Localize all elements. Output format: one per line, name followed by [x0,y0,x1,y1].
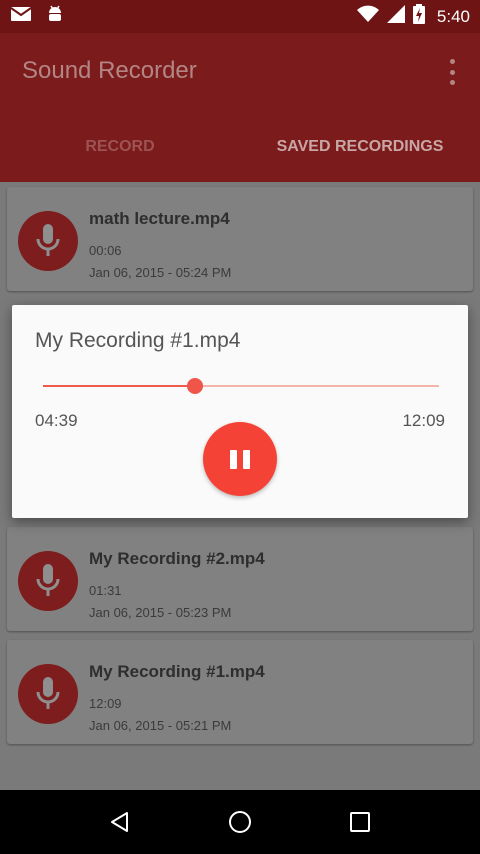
home-icon[interactable] [220,802,260,842]
tab-bar: RECORD SAVED RECORDINGS [0,128,480,185]
app-bar: Sound Recorder RECORD SAVED RECORDINGS [0,33,480,185]
android-debug-icon [46,4,64,29]
seek-bar-progress [43,385,196,387]
mail-notification-icon [10,5,32,28]
clock-time: 5:40 [436,6,470,26]
microphone-icon [18,551,78,611]
total-time: 12:09 [402,411,445,430]
recording-date: Jan 06, 2015 - 05:23 PM [89,605,232,620]
seek-bar[interactable] [43,378,439,394]
pause-button[interactable] [203,422,277,496]
signal-icon [386,5,405,28]
recording-name: My Recording #2.mp4 [89,549,265,568]
tab-saved-recordings[interactable]: SAVED RECORDINGS [186,128,480,185]
recording-name: math lecture.mp4 [89,209,230,228]
overflow-menu-icon[interactable] [444,59,460,85]
app-title: Sound Recorder [22,57,197,84]
microphone-icon [18,211,78,271]
recording-date: Jan 06, 2015 - 05:24 PM [89,265,232,280]
recording-item[interactable]: My Recording #2.mp4 01:31 Jan 06, 2015 -… [7,527,473,631]
recording-duration: 12:09 [89,696,122,711]
recents-icon[interactable] [340,802,380,842]
back-icon[interactable] [100,802,140,842]
recording-duration: 00:06 [89,243,122,258]
elapsed-time: 04:39 [35,411,78,430]
pause-icon [230,449,237,469]
recording-item[interactable]: My Recording #1.mp4 12:09 Jan 06, 2015 -… [7,640,473,744]
battery-charging-icon [412,4,425,29]
dialog-title: My Recording #1.mp4 [35,329,241,352]
microphone-icon [18,664,78,724]
recording-name: My Recording #1.mp4 [89,662,265,681]
tab-record[interactable]: RECORD [0,128,240,182]
playback-dialog: My Recording #1.mp4 04:39 12:09 [12,305,468,518]
recording-duration: 01:31 [89,583,122,598]
recording-date: Jan 06, 2015 - 05:21 PM [89,718,232,733]
seek-bar-thumb[interactable] [187,378,204,394]
status-bar: 5:40 [0,0,480,33]
navigation-bar [0,790,480,854]
wifi-icon [356,5,379,28]
recording-item[interactable]: math lecture.mp4 00:06 Jan 06, 2015 - 05… [7,187,473,291]
